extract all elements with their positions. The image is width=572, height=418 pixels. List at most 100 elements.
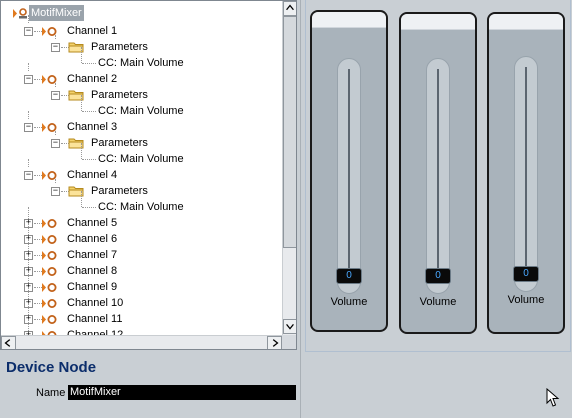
strip-header — [401, 14, 475, 30]
tree-folder-label[interactable]: Parameters — [91, 183, 148, 199]
tree-leaf-row[interactable]: CC: Main Volume — [1, 47, 282, 71]
fader-value-display[interactable]: 0 — [513, 266, 539, 282]
scroll-up-arrow-icon[interactable] — [283, 1, 296, 16]
tree-channel-label[interactable]: Channel 12 — [67, 327, 123, 335]
device-node-title: Device Node — [6, 359, 97, 376]
collapse-icon[interactable]: − — [24, 75, 33, 84]
vertical-scrollbar[interactable] — [282, 1, 296, 335]
collapse-icon[interactable]: − — [24, 123, 33, 132]
mouse-cursor-icon — [546, 388, 560, 407]
tree-leaf-label[interactable]: CC: Main Volume — [98, 103, 184, 119]
collapse-icon[interactable]: − — [51, 43, 60, 52]
scroll-left-arrow-icon[interactable] — [1, 336, 16, 349]
tree-channel-row[interactable]: + Channel 9 — [1, 271, 282, 295]
tree-folder-label[interactable]: Parameters — [91, 135, 148, 151]
mixer-strip: 0 Volume — [399, 12, 477, 334]
tree-leaf-label[interactable]: CC: Main Volume — [98, 55, 184, 71]
tree-channel-row[interactable]: + Channel 8 — [1, 255, 282, 279]
device-icon — [13, 8, 27, 19]
strip-volume-label: Volume — [330, 296, 368, 308]
collapse-icon[interactable]: − — [51, 91, 60, 100]
mixer-area: 0 Volume 0 Volume 0 Volume — [305, 0, 571, 352]
tree-leaf-row[interactable]: CC: Main Volume — [1, 143, 282, 167]
tree-channel-label[interactable]: Channel 6 — [67, 231, 117, 247]
tree-channel-row[interactable]: + Channel 10 — [1, 287, 282, 311]
tree-channel-row[interactable]: + Channel 6 — [1, 223, 282, 247]
tree-channel-row[interactable]: − Channel 3 — [1, 111, 282, 135]
tree-folder-row[interactable]: − Parameters — [1, 35, 282, 55]
fader-value-display[interactable]: 0 — [336, 268, 362, 284]
tree-guide-line — [55, 35, 56, 39]
tree-channel-label[interactable]: Channel 9 — [67, 279, 117, 295]
channel-node-icon — [42, 267, 57, 276]
tree-channel-row[interactable]: − Channel 2 — [1, 63, 282, 87]
channel-node-icon — [42, 27, 57, 36]
collapse-icon[interactable]: − — [51, 139, 60, 148]
tree-guide-line — [28, 15, 29, 23]
tree-guide-line — [82, 111, 96, 112]
tree-channel-label[interactable]: Channel 5 — [67, 215, 117, 231]
tree-folder-row[interactable]: − Parameters — [1, 83, 282, 103]
tree-leaf-row[interactable]: CC: Main Volume — [1, 95, 282, 119]
vertical-scroll-thumb[interactable] — [283, 16, 296, 248]
volume-fader[interactable] — [337, 58, 361, 294]
strip-header — [489, 14, 563, 30]
channel-node-icon — [42, 283, 57, 292]
tree-channel-label[interactable]: Channel 2 — [67, 71, 117, 87]
tree-leaf-label[interactable]: CC: Main Volume — [98, 199, 184, 215]
fader-slot — [348, 69, 350, 283]
channel-node-icon — [42, 315, 57, 324]
tree-guide-line — [28, 159, 29, 167]
tree-channel-row[interactable]: + Channel 11 — [1, 303, 282, 327]
collapse-icon[interactable]: − — [24, 27, 33, 36]
mixer-strip: 0 Volume — [310, 10, 388, 332]
tree-folder-label[interactable]: Parameters — [91, 39, 148, 55]
channel-node-icon — [42, 123, 57, 132]
collapse-icon[interactable]: − — [24, 171, 33, 180]
tree-guide-line — [81, 95, 82, 111]
fader-value-display[interactable]: 0 — [425, 268, 451, 284]
tree-view[interactable]: MotifMixer − Channel 1− Parameters CC: Main… — [1, 1, 282, 335]
name-field[interactable]: MotifMixer — [68, 385, 296, 400]
tree-channel-row[interactable]: + Channel 5 — [1, 207, 282, 231]
collapse-icon[interactable]: − — [51, 187, 60, 196]
tree-channel-label[interactable]: Channel 4 — [67, 167, 117, 183]
tree-root-label[interactable]: MotifMixer — [29, 5, 84, 21]
horizontal-scrollbar[interactable] — [1, 335, 282, 349]
mixer-strip: 0 Volume — [487, 12, 565, 334]
tree-channel-label[interactable]: Channel 11 — [67, 311, 122, 327]
tree-channel-row[interactable]: − Channel 1 — [1, 15, 282, 39]
strip-volume-label: Volume — [507, 294, 545, 306]
volume-fader[interactable] — [514, 56, 538, 292]
tree-folder-label[interactable]: Parameters — [91, 87, 148, 103]
scroll-corner — [282, 335, 296, 349]
strip-header — [312, 12, 386, 28]
tree-folder-row[interactable]: − Parameters — [1, 179, 282, 199]
scroll-down-arrow-icon[interactable] — [283, 319, 296, 334]
device-node-panel: Device Node Name MotifMixer — [0, 350, 300, 418]
tree-panel[interactable]: MotifMixer − Channel 1− Parameters CC: Main… — [0, 0, 297, 350]
tree-channel-row[interactable]: − Channel 4 — [1, 159, 282, 183]
scroll-right-arrow-icon[interactable] — [267, 336, 282, 349]
tree-guide-line — [55, 83, 56, 87]
name-label: Name — [36, 387, 66, 399]
tree-leaf-row[interactable]: CC: Main Volume — [1, 191, 282, 215]
tree-guide-line — [55, 131, 56, 135]
channel-node-icon — [42, 299, 57, 308]
tree-channel-label[interactable]: Channel 8 — [67, 263, 117, 279]
volume-fader[interactable] — [426, 58, 450, 294]
tree-folder-row[interactable]: − Parameters — [1, 131, 282, 151]
tree-channel-row[interactable]: + Channel 12 — [1, 319, 282, 335]
tree-guide-line — [28, 111, 29, 119]
tree-guide-line — [28, 63, 29, 71]
channel-node-icon — [42, 251, 57, 260]
tree-channel-label[interactable]: Channel 7 — [67, 247, 117, 263]
strip-volume-label: Volume — [419, 296, 457, 308]
tree-root-row[interactable]: MotifMixer — [1, 5, 282, 21]
tree-channel-row[interactable]: + Channel 7 — [1, 239, 282, 263]
tree-channel-label[interactable]: Channel 10 — [67, 295, 123, 311]
tree-channel-label[interactable]: Channel 1 — [67, 23, 117, 39]
tree-guide-line — [82, 159, 96, 160]
tree-leaf-label[interactable]: CC: Main Volume — [98, 151, 184, 167]
tree-channel-label[interactable]: Channel 3 — [67, 119, 117, 135]
